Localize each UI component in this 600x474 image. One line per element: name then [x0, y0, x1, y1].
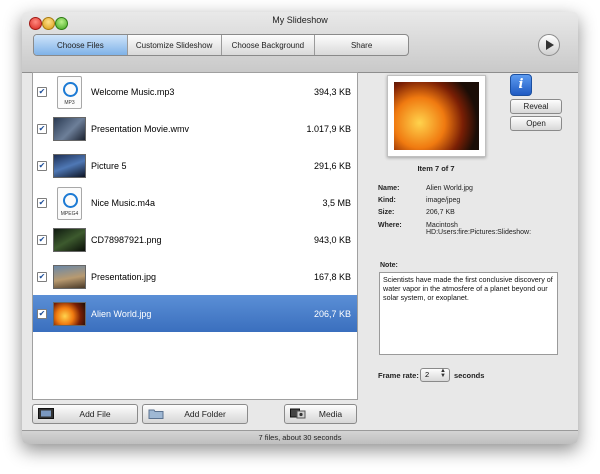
size-value: 206,7 KB: [426, 209, 455, 216]
play-button[interactable]: [538, 34, 560, 56]
file-checkbox[interactable]: ✔: [37, 308, 47, 319]
file-size: 1.017,9 KB: [306, 123, 351, 134]
list-item[interactable]: ✔ CD78987921.png 943,0 KB: [33, 221, 357, 258]
frame-rate-select[interactable]: 2 ▲ ▼: [420, 368, 450, 382]
window-title: My Slideshow: [272, 15, 328, 25]
file-name: CD78987921.png: [91, 234, 162, 245]
file-size: 943,0 KB: [313, 234, 351, 245]
slideshow-window: My Slideshow Choose Files Customize Slid…: [22, 12, 578, 444]
size-label: Size:: [378, 209, 395, 216]
file-size: 291,6 KB: [313, 160, 351, 171]
tab-customize-slideshow[interactable]: Customize Slideshow: [128, 35, 222, 55]
title-bar: My Slideshow Choose Files Customize Slid…: [22, 12, 578, 73]
up-down-arrows-icon: ▲ ▼: [440, 368, 446, 379]
film-icon: [38, 408, 54, 419]
note-textarea[interactable]: Scientists have made the first conclusiv…: [379, 272, 558, 355]
status-bar: 7 files, about 30 seconds: [22, 430, 578, 444]
folder-icon: [148, 409, 164, 419]
file-checkbox[interactable]: ✔: [37, 271, 47, 282]
file-size: 394,3 KB: [313, 86, 351, 97]
file-size: 3,5 MB: [322, 197, 351, 208]
picture-thumbnail-icon: [53, 298, 86, 329]
frame-rate-label: Frame rate:: [378, 371, 419, 380]
audio-file-icon: MPEG4: [53, 187, 84, 220]
open-button[interactable]: Open: [510, 116, 562, 131]
file-size: 206,7 KB: [313, 308, 351, 319]
file-checkbox[interactable]: ✔: [37, 234, 47, 245]
file-checkbox[interactable]: ✔: [37, 123, 47, 134]
list-item[interactable]: ✔ MPEG4 Nice Music.m4a 3,5 MB: [33, 184, 357, 221]
file-name: Presentation.jpg: [91, 271, 157, 282]
item-counter: Item 7 of 7: [417, 164, 455, 173]
picture-thumbnail-icon: [53, 224, 86, 255]
file-checkbox[interactable]: ✔: [37, 86, 47, 97]
media-icon: [290, 408, 306, 419]
reveal-button[interactable]: Reveal: [510, 99, 562, 114]
play-icon: [546, 40, 554, 50]
picture-thumbnail-icon: [53, 150, 86, 181]
file-checkbox[interactable]: ✔: [37, 197, 47, 208]
list-item[interactable]: ✔ Presentation Movie.wmv 1.017,9 KB: [33, 110, 357, 147]
list-item-selected[interactable]: ✔ Alien World.jpg 206,7 KB: [33, 295, 357, 332]
kind-value: image/jpeg: [426, 197, 461, 204]
frame-rate-value: 2: [425, 370, 430, 379]
where-value: Macintosh HD:Users:fire:Pictures:Slidesh…: [426, 222, 532, 236]
audio-file-icon: MP3: [53, 76, 84, 109]
name-value: Alien World.jpg: [426, 185, 473, 192]
movie-thumbnail-icon: [53, 113, 86, 144]
kind-label: Kind:: [378, 197, 396, 204]
step-tabs: Choose Files Customize Slideshow Choose …: [33, 34, 409, 56]
file-name: Alien World.jpg: [91, 308, 152, 319]
file-checkbox[interactable]: ✔: [37, 160, 47, 171]
where-label: Where:: [378, 222, 402, 229]
file-name: Presentation Movie.wmv: [91, 123, 190, 134]
note-label: Note:: [380, 262, 398, 269]
file-name: Welcome Music.mp3: [91, 86, 175, 97]
info-icon[interactable]: i: [510, 74, 532, 96]
file-name: Nice Music.m4a: [91, 197, 156, 208]
frame-rate-unit: seconds: [454, 371, 485, 380]
list-item[interactable]: ✔ Presentation.jpg 167,8 KB: [33, 258, 357, 295]
list-item[interactable]: ✔ MP3 Welcome Music.mp3 394,3 KB: [33, 73, 357, 110]
name-label: Name:: [378, 185, 400, 192]
picture-thumbnail-icon: [53, 261, 86, 292]
file-name: Picture 5: [91, 160, 127, 171]
add-folder-button[interactable]: Add Folder: [142, 404, 248, 424]
preview-image: [394, 82, 479, 150]
list-item[interactable]: ✔ Picture 5 291,6 KB: [33, 147, 357, 184]
tab-share[interactable]: Share: [315, 35, 408, 55]
tab-choose-background[interactable]: Choose Background: [222, 35, 316, 55]
tab-choose-files[interactable]: Choose Files: [34, 35, 128, 55]
media-button[interactable]: Media: [284, 404, 357, 424]
image-preview: [387, 75, 486, 157]
add-file-button[interactable]: Add File: [32, 404, 138, 424]
file-size: 167,8 KB: [313, 271, 351, 282]
file-list[interactable]: ✔ MP3 Welcome Music.mp3 394,3 KB ✔ Prese…: [32, 72, 358, 400]
